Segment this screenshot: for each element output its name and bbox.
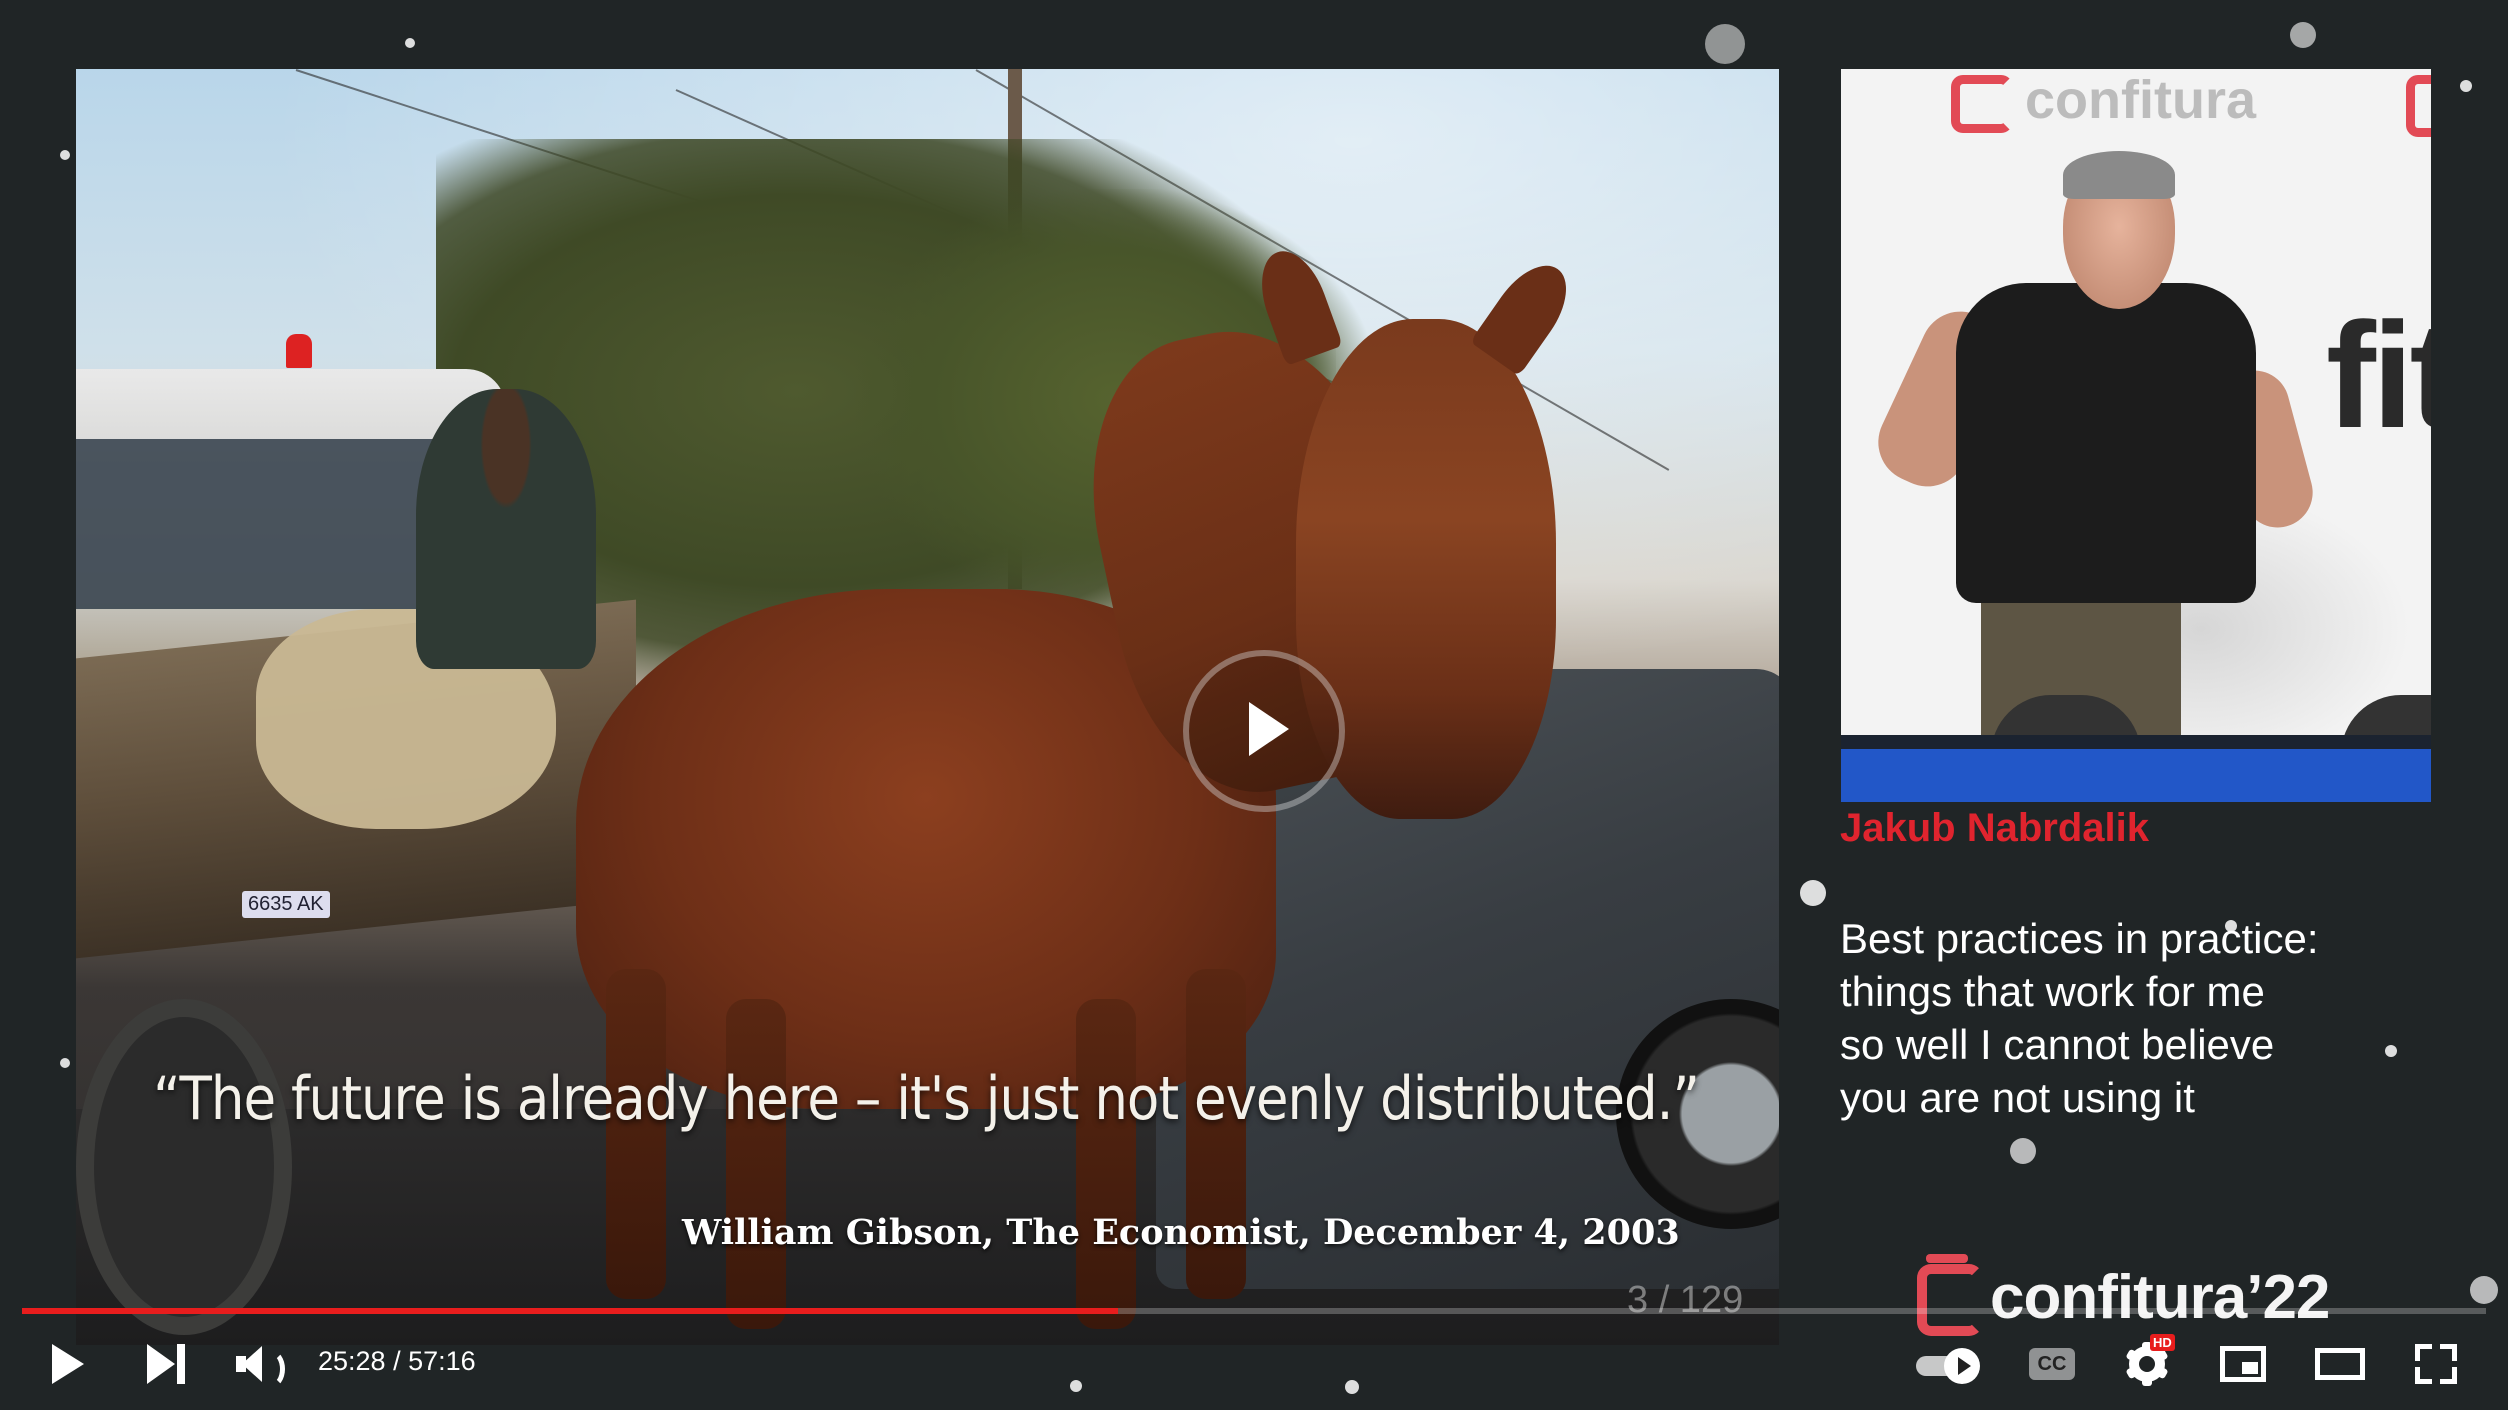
talk-title-line: Best practices in practice:: [1840, 915, 2319, 962]
speaker-backdrop-text: fit: [2326, 291, 2431, 459]
stage-table: [1841, 749, 2431, 802]
conference-logo-icon: [1926, 1254, 1968, 1263]
big-play-icon: [1249, 702, 1289, 756]
snow-particle: [2010, 1138, 2036, 1164]
slide-counter: 3 / 129: [1627, 1279, 1744, 1321]
autoplay-toggle-icon[interactable]: [1916, 1348, 1986, 1384]
talk-title-line: things that work for me: [1840, 968, 2265, 1015]
speaker-video: confitura fit: [1841, 69, 2431, 802]
snow-particle: [405, 38, 415, 48]
speaker-hair: [2063, 151, 2175, 199]
horse-leg: [606, 969, 666, 1299]
big-play-button[interactable]: [1183, 650, 1345, 812]
talk-title-line: you are not using it: [1840, 1074, 2195, 1121]
snow-particle: [1345, 1380, 1359, 1394]
siren-light: [286, 334, 312, 368]
conference-logo-icon: [1917, 1264, 1983, 1336]
snow-particle: [1070, 1380, 1082, 1392]
slide-quote: “The future is already here – it's just …: [153, 1065, 1700, 1134]
license-plate: 6635 AK: [242, 891, 330, 918]
talk-title-line: so well I cannot believe: [1840, 1021, 2275, 1068]
horse-leg: [1076, 999, 1136, 1329]
snow-particle: [60, 150, 70, 160]
slide-attribution: William Gibson, The Economist, December …: [682, 1212, 1680, 1253]
volume-icon[interactable]: [236, 1344, 285, 1388]
hd-badge: HD: [2150, 1334, 2175, 1351]
snow-particle: [2225, 920, 2237, 932]
video-player[interactable]: 6635 AK “The future is already here – it…: [0, 0, 2508, 1410]
horse-leg: [726, 999, 786, 1329]
speaker-backdrop-logo-text: confitura: [2025, 70, 2257, 130]
conference-logo-text: confitura’22: [1990, 1263, 2330, 1332]
fullscreen-icon[interactable]: [2415, 1344, 2457, 1384]
talk-title: Best practices in practice: things that …: [1840, 912, 2400, 1124]
snow-particle: [2470, 1276, 2498, 1304]
snow-particle: [1705, 24, 1745, 64]
play-icon[interactable]: [52, 1344, 84, 1384]
snow-particle: [60, 1058, 70, 1068]
confitura-logo-icon: [2406, 75, 2431, 137]
progress-played: [22, 1308, 1118, 1314]
next-icon[interactable]: [147, 1344, 187, 1384]
theater-mode-icon[interactable]: [2315, 1348, 2365, 1380]
slide-image: 6635 AK “The future is already here – it…: [76, 69, 1779, 1345]
captions-icon[interactable]: CC: [2029, 1348, 2075, 1380]
cart-wheel: [76, 999, 292, 1335]
confitura-logo-icon: [1951, 74, 2013, 133]
speaker-name: Jakub Nabrdalik: [1840, 806, 2150, 850]
speaker-backdrop-logo: confitura: [1951, 69, 2256, 133]
snow-particle: [2385, 1045, 2397, 1057]
snow-particle: [2290, 22, 2316, 48]
cart-driver: [416, 389, 596, 669]
snow-particle: [2460, 80, 2472, 92]
snow-particle: [1800, 880, 1826, 906]
miniplayer-icon[interactable]: [2220, 1346, 2266, 1382]
speaker-body: [1956, 283, 2256, 603]
time-display: 25:28 / 57:16: [318, 1346, 476, 1376]
